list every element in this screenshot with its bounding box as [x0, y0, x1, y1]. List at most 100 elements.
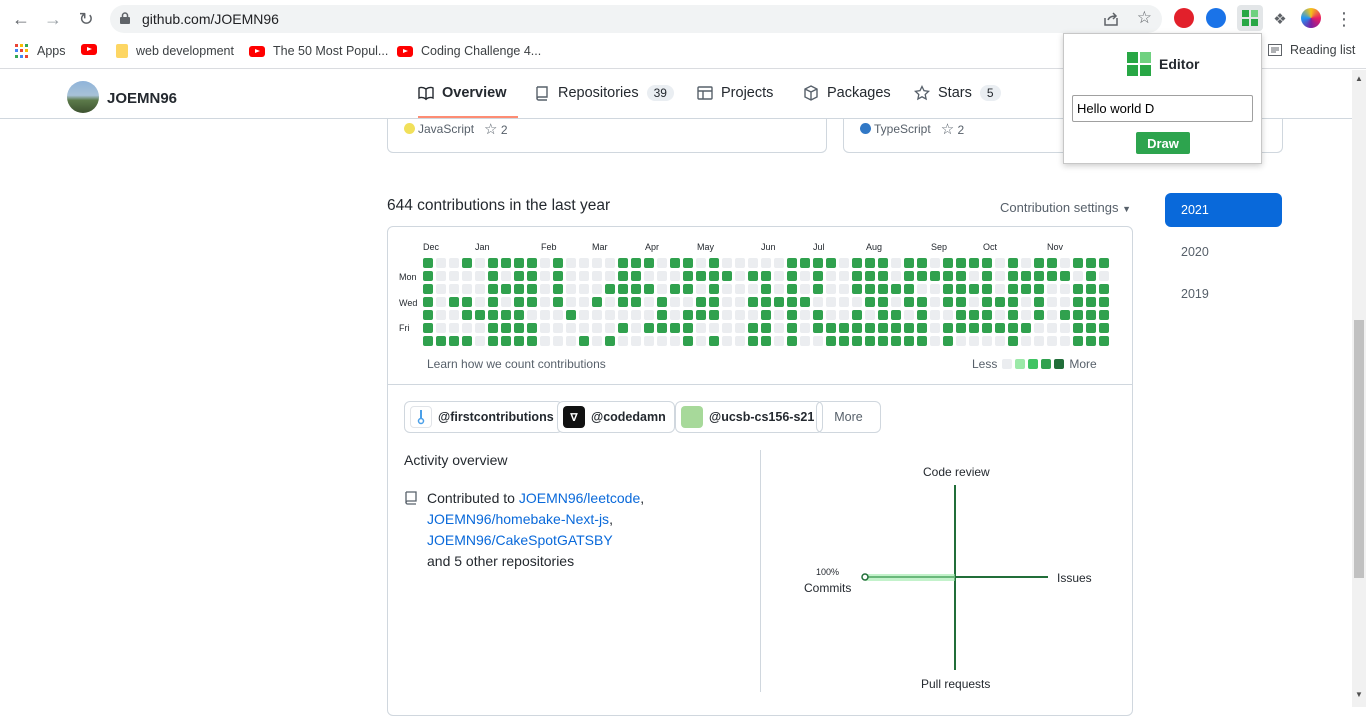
contribution-day[interactable]	[839, 336, 849, 346]
contribution-day[interactable]	[904, 258, 914, 268]
contribution-day[interactable]	[865, 271, 875, 281]
contribution-day[interactable]	[540, 297, 550, 307]
contribution-day[interactable]	[826, 284, 836, 294]
contribution-day[interactable]	[774, 336, 784, 346]
contribution-day[interactable]	[748, 323, 758, 333]
contribution-day[interactable]	[670, 284, 680, 294]
contribution-day[interactable]	[436, 271, 446, 281]
contribution-day[interactable]	[514, 297, 524, 307]
forward-icon[interactable]: →	[42, 8, 64, 30]
contribution-day[interactable]	[501, 271, 511, 281]
contribution-day[interactable]	[1021, 297, 1031, 307]
opera-extension-icon[interactable]	[1174, 8, 1194, 28]
contribution-day[interactable]	[592, 336, 602, 346]
contribution-day[interactable]	[683, 310, 693, 320]
contribution-day[interactable]	[644, 271, 654, 281]
bookmark-youtube[interactable]	[81, 44, 97, 55]
contribution-day[interactable]	[852, 271, 862, 281]
contribution-day[interactable]	[956, 271, 966, 281]
contribution-day[interactable]	[735, 336, 745, 346]
contribution-day[interactable]	[644, 297, 654, 307]
contribution-day[interactable]	[956, 297, 966, 307]
contribution-day[interactable]	[1047, 323, 1057, 333]
contribution-day[interactable]	[943, 323, 953, 333]
contribution-day[interactable]	[826, 258, 836, 268]
contribution-day[interactable]	[904, 271, 914, 281]
contribution-day[interactable]	[813, 336, 823, 346]
contribution-day[interactable]	[553, 323, 563, 333]
contribution-day[interactable]	[501, 297, 511, 307]
contribution-day[interactable]	[865, 323, 875, 333]
contribution-day[interactable]	[605, 297, 615, 307]
bookmark-apps[interactable]: Apps	[15, 44, 66, 58]
contribution-day[interactable]	[670, 271, 680, 281]
contribution-day[interactable]	[475, 336, 485, 346]
contribution-day[interactable]	[1060, 297, 1070, 307]
contribution-day[interactable]	[709, 284, 719, 294]
contribution-day[interactable]	[527, 336, 537, 346]
contribution-day[interactable]	[930, 310, 940, 320]
contribution-day[interactable]	[1060, 310, 1070, 320]
contribution-day[interactable]	[917, 297, 927, 307]
contribution-day[interactable]	[449, 271, 459, 281]
contribution-day[interactable]	[423, 323, 433, 333]
contribution-day[interactable]	[1021, 284, 1031, 294]
contribution-day[interactable]	[423, 310, 433, 320]
contribution-day[interactable]	[540, 323, 550, 333]
contribution-day[interactable]	[527, 310, 537, 320]
contribution-day[interactable]	[566, 297, 576, 307]
contribution-day[interactable]	[605, 336, 615, 346]
contribution-day[interactable]	[1086, 336, 1096, 346]
learn-contributions-link[interactable]: Learn how we count contributions	[427, 357, 606, 371]
contribution-day[interactable]	[748, 297, 758, 307]
contribution-day[interactable]	[735, 297, 745, 307]
contribution-day[interactable]	[904, 284, 914, 294]
contribution-day[interactable]	[423, 271, 433, 281]
contribution-day[interactable]	[618, 271, 628, 281]
contribution-day[interactable]	[423, 258, 433, 268]
contribution-day[interactable]	[813, 258, 823, 268]
contribution-day[interactable]	[670, 297, 680, 307]
contribution-day[interactable]	[566, 336, 576, 346]
contribution-day[interactable]	[735, 284, 745, 294]
contribution-day[interactable]	[852, 258, 862, 268]
contribution-day[interactable]	[800, 297, 810, 307]
repo-link-cakespot[interactable]: JOEMN96/CakeSpotGATSBY	[427, 532, 613, 548]
contribution-day[interactable]	[696, 310, 706, 320]
contribution-day[interactable]	[943, 336, 953, 346]
contribution-day[interactable]	[527, 284, 537, 294]
contribution-day[interactable]	[1047, 336, 1057, 346]
contribution-day[interactable]	[878, 323, 888, 333]
contribution-day[interactable]	[462, 258, 472, 268]
contribution-day[interactable]	[995, 284, 1005, 294]
contribution-day[interactable]	[722, 284, 732, 294]
contribution-day[interactable]	[592, 297, 602, 307]
contribution-day[interactable]	[1073, 310, 1083, 320]
contribution-day[interactable]	[917, 310, 927, 320]
bookmark-web-development[interactable]: web development	[116, 44, 234, 58]
contribution-day[interactable]	[839, 297, 849, 307]
avatar[interactable]	[67, 81, 99, 113]
contribution-day[interactable]	[488, 271, 498, 281]
contribution-day[interactable]	[514, 284, 524, 294]
contribution-day[interactable]	[436, 297, 446, 307]
contribution-day[interactable]	[813, 271, 823, 281]
contribution-day[interactable]	[1099, 271, 1109, 281]
contribution-day[interactable]	[449, 336, 459, 346]
contribution-day[interactable]	[943, 284, 953, 294]
contribution-day[interactable]	[826, 323, 836, 333]
contribution-day[interactable]	[553, 271, 563, 281]
contribution-day[interactable]	[748, 336, 758, 346]
contribution-day[interactable]	[579, 271, 589, 281]
contribution-day[interactable]	[1073, 297, 1083, 307]
contribution-day[interactable]	[826, 336, 836, 346]
contribution-day[interactable]	[488, 297, 498, 307]
contribution-day[interactable]	[605, 323, 615, 333]
contribution-day[interactable]	[917, 271, 927, 281]
contribution-day[interactable]	[904, 323, 914, 333]
contribution-day[interactable]	[930, 323, 940, 333]
contribution-day[interactable]	[735, 271, 745, 281]
contribution-day[interactable]	[852, 284, 862, 294]
contribution-day[interactable]	[982, 323, 992, 333]
contribution-day[interactable]	[449, 284, 459, 294]
